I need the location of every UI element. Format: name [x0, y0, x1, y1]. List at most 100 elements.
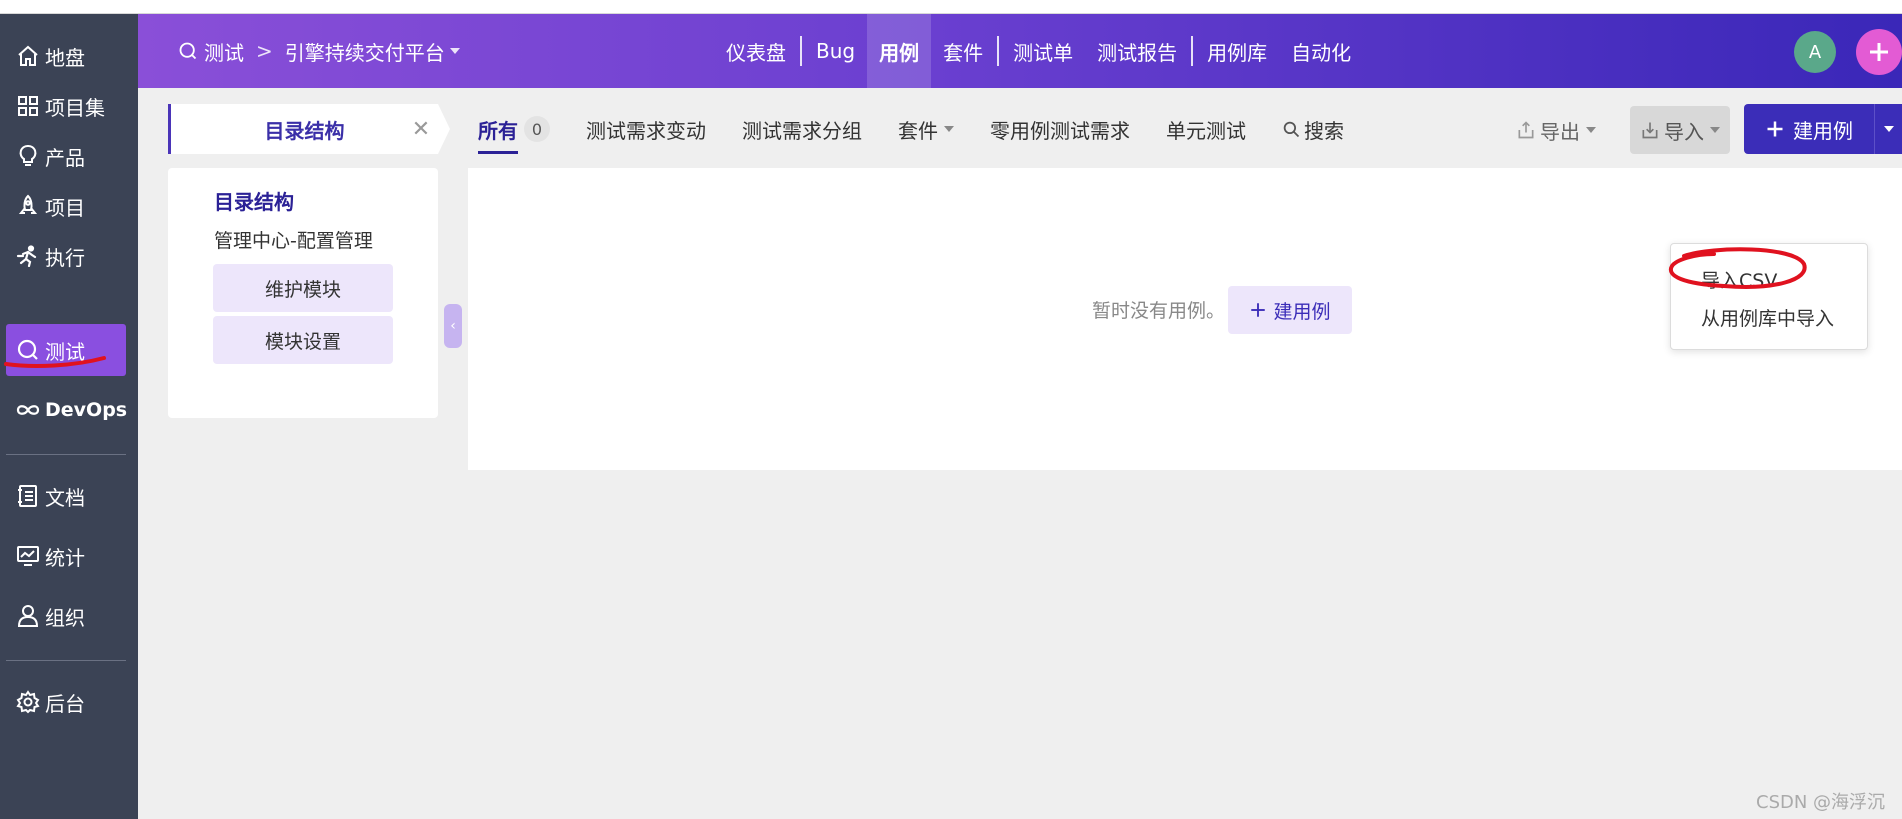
chevron-down-icon	[1710, 127, 1720, 133]
import-icon	[1642, 122, 1658, 139]
nav-dashboard[interactable]: 仪表盘	[714, 14, 798, 88]
tab-story-changed[interactable]: 测试需求变动	[586, 115, 706, 144]
sidebar-item-stats[interactable]: 统计	[6, 530, 126, 582]
case-filter-tabs: 所有 0 测试需求变动 测试需求分组 套件 零用例测试需求 单元测试 搜索	[478, 104, 1380, 154]
top-header: 测试 > 引擎持续交付平台 仪表盘 Bug 用例 套件 测试单 测试报告 用例库…	[138, 14, 1902, 88]
nav-divider	[997, 36, 1000, 66]
browser-top-edge	[0, 0, 1902, 14]
close-icon[interactable]: ✕	[406, 104, 436, 154]
nav-automation[interactable]: 自动化	[1279, 14, 1363, 88]
directory-tab[interactable]: 目录结构	[168, 104, 438, 154]
directory-title: 目录结构	[214, 190, 294, 214]
sidebar-item-label: 执行	[45, 245, 85, 270]
import-label: 导入	[1664, 119, 1704, 144]
sidebar-item-doc[interactable]: 文档	[6, 470, 126, 522]
plus-icon	[1767, 121, 1783, 137]
quick-create-button[interactable]	[1856, 29, 1902, 75]
chevron-down-icon	[1883, 126, 1894, 132]
nav-testreport[interactable]: 测试报告	[1085, 14, 1189, 88]
sidebar: 地盘 项目集 产品 项目 执行 测试 DevOps 文档 统计 组织 后台	[0, 14, 138, 819]
import-button[interactable]: 导入	[1630, 106, 1730, 154]
tab-label: 所有	[478, 118, 518, 143]
sidebar-divider	[6, 454, 126, 455]
sidebar-item-product[interactable]: 产品	[6, 130, 126, 182]
export-button[interactable]: 导出	[1508, 110, 1604, 150]
doc-icon	[15, 483, 41, 509]
create-case-dropdown-toggle[interactable]	[1874, 104, 1902, 154]
sidebar-item-label: 组织	[45, 605, 85, 630]
empty-create-label: 建用例	[1273, 300, 1331, 323]
collapse-sidebar-handle[interactable]: ‹	[444, 304, 462, 348]
tab-label: 搜索	[1304, 118, 1344, 143]
empty-create-case-button[interactable]: 建用例	[1228, 286, 1352, 334]
sidebar-item-label: 项目集	[45, 95, 105, 120]
breadcrumb-module[interactable]: 测试	[204, 37, 244, 66]
create-case-label: 建用例	[1793, 118, 1853, 143]
infinity-icon	[15, 397, 41, 423]
sidebar-item-label: 文档	[45, 485, 85, 510]
sidebar-item-label: DevOps	[45, 399, 128, 421]
chevron-down-icon[interactable]	[449, 48, 460, 54]
nav-suite[interactable]: 套件	[931, 14, 995, 88]
directory-panel: 目录结构 管理中心-配置管理 维护模块 模块设置	[168, 168, 438, 418]
grid-icon	[15, 93, 41, 119]
monitor-icon	[15, 543, 41, 569]
sidebar-item-execution[interactable]: 执行	[6, 230, 126, 282]
bulb-icon	[15, 143, 41, 169]
test-module-icon	[178, 41, 198, 61]
sidebar-item-project[interactable]: 项目	[6, 180, 126, 232]
plus-icon	[1251, 303, 1266, 317]
nav-testcase[interactable]: 用例	[867, 14, 932, 88]
sidebar-item-label: 统计	[45, 545, 85, 570]
sidebar-item-label: 项目	[45, 195, 85, 220]
maintain-module-button[interactable]: 维护模块	[213, 264, 393, 312]
tab-label: 套件	[898, 118, 938, 143]
tab-search[interactable]: 搜索	[1282, 115, 1344, 144]
count-badge: 0	[524, 116, 550, 142]
directory-product-path: 管理中心-配置管理	[214, 230, 373, 252]
breadcrumb: 测试 > 引擎持续交付平台	[178, 14, 460, 88]
annotation-underline-mark	[4, 356, 106, 368]
nav-divider	[1191, 36, 1194, 66]
plus-icon	[1870, 43, 1888, 61]
sidebar-item-label: 产品	[45, 145, 85, 170]
nav-testtask[interactable]: 测试单	[1001, 14, 1085, 88]
nav-caselib[interactable]: 用例库	[1195, 14, 1279, 88]
avatar[interactable]: A	[1794, 31, 1836, 73]
tab-all[interactable]: 所有 0	[478, 115, 550, 154]
sidebar-divider	[6, 660, 126, 661]
sidebar-item-org[interactable]: 组织	[6, 590, 126, 642]
person-icon	[15, 603, 41, 629]
chevron-down-icon	[944, 126, 954, 132]
chevron-left-icon: ‹	[450, 318, 456, 334]
annotation-circle-mark	[1668, 247, 1807, 289]
empty-state-text: 暂时没有用例。	[1092, 300, 1226, 322]
nav-bug[interactable]: Bug	[804, 14, 867, 88]
nav-divider	[800, 36, 802, 66]
tab-story-group[interactable]: 测试需求分组	[742, 115, 862, 144]
breadcrumb-separator: >	[256, 39, 273, 63]
import-from-caselib-option[interactable]: 从用例库中导入	[1701, 304, 1834, 331]
tab-zero-case[interactable]: 零用例测试需求	[990, 115, 1130, 144]
export-label: 导出	[1540, 119, 1580, 144]
search-icon	[1283, 121, 1300, 138]
tab-unit-test[interactable]: 单元测试	[1166, 115, 1246, 144]
module-settings-button[interactable]: 模块设置	[213, 316, 393, 364]
home-icon	[15, 43, 41, 69]
sidebar-item-label: 地盘	[45, 45, 85, 70]
product-switcher[interactable]: 引擎持续交付平台	[285, 37, 445, 66]
watermark: CSDN @海浮沉	[1756, 792, 1886, 813]
sidebar-item-program[interactable]: 项目集	[6, 80, 126, 132]
gear-icon	[15, 689, 41, 715]
module-nav: 仪表盘 Bug 用例 套件 测试单 测试报告 用例库 自动化	[714, 14, 1363, 88]
sidebar-item-admin[interactable]: 后台	[6, 676, 126, 728]
create-case-button[interactable]: 建用例	[1744, 104, 1874, 154]
export-icon	[1518, 121, 1534, 139]
sidebar-item-home[interactable]: 地盘	[6, 30, 126, 82]
sidebar-item-devops[interactable]: DevOps	[6, 384, 128, 436]
content-area: 目录结构 ✕ 所有 0 测试需求变动 测试需求分组 套件 零用例测试需求 单元测…	[138, 88, 1902, 819]
tab-suite[interactable]: 套件	[898, 115, 954, 144]
directory-tab-arrow	[438, 104, 450, 154]
chevron-down-icon	[1586, 127, 1596, 133]
sidebar-item-label: 后台	[45, 691, 85, 716]
